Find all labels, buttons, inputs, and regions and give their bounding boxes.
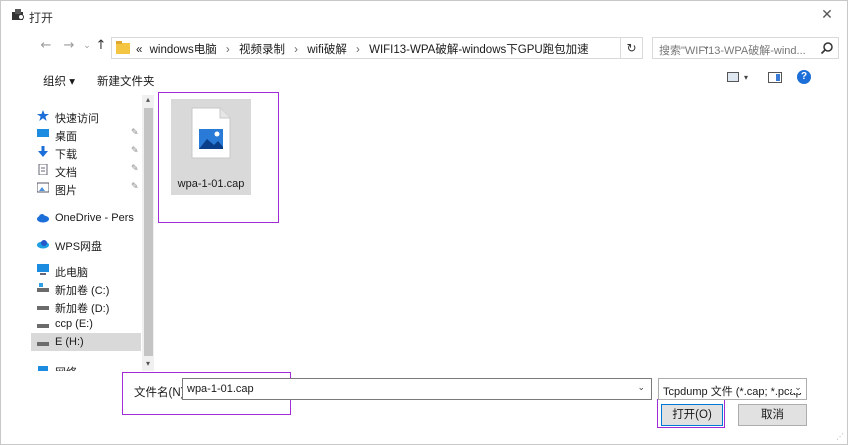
breadcrumb-item[interactable]: 视频录制: [239, 44, 285, 56]
close-icon[interactable]: ✕: [817, 5, 837, 25]
title-bar: 打开 ✕: [1, 1, 847, 29]
breadcrumb-separator[interactable]: ›: [294, 44, 298, 56]
picture-icon: [37, 182, 49, 193]
file-list-area: wpa-1-01.cap: [159, 95, 847, 371]
open-button[interactable]: 打开(O): [661, 404, 723, 426]
view-mode-icon[interactable]: [727, 72, 739, 82]
breadcrumb-separator[interactable]: ›: [226, 44, 230, 56]
filetype-select[interactable]: Tcpdump 文件 (*.cap; *.pcap ⌄: [658, 378, 807, 400]
filetype-dropdown-icon[interactable]: ⌄: [792, 383, 804, 393]
pin-icon[interactable]: ✎: [131, 164, 139, 174]
sidebar-item-label: 网络: [55, 364, 77, 371]
breadcrumb-item[interactable]: wifi破解: [307, 44, 347, 56]
sidebar-item-label: 快速访问: [55, 113, 99, 125]
sidebar-item-label: 图片: [55, 185, 77, 197]
sidebar-item-label: 新加卷 (D:): [55, 303, 110, 315]
sidebar-item-label: 此电脑: [55, 267, 88, 279]
desktop-icon: [37, 129, 49, 137]
breadcrumb-separator[interactable]: ›: [356, 44, 360, 56]
sidebar-item-label: WPS网盘: [55, 241, 103, 253]
help-icon[interactable]: ?: [797, 70, 811, 84]
filename-label: 文件名(N):: [134, 387, 188, 399]
open-file-dialog: 打开 ✕ ← → ⌄ ↑ « windows电脑 › 视频录制 › wifi破解…: [0, 0, 848, 445]
scroll-down-icon[interactable]: ▾: [142, 359, 154, 371]
resize-grip-icon[interactable]: ⋰: [836, 432, 844, 441]
sidebar-item-drive-d[interactable]: 新加卷 (D:): [31, 297, 141, 315]
sidebar-item-wps-cloud[interactable]: WPS网盘: [31, 235, 141, 253]
search-input[interactable]: 搜索"WIFI13-WPA破解-wind...: [652, 37, 839, 59]
sidebar-item-this-pc[interactable]: 此电脑: [31, 261, 141, 279]
sidebar-item-documents[interactable]: 文档 ✎: [31, 161, 141, 179]
filename-dropdown-icon[interactable]: ⌄: [637, 383, 645, 393]
sidebar-item-quick-access[interactable]: 快速访问: [31, 107, 141, 125]
breadcrumb: « windows电脑 › 视频录制 › wifi破解 › WIFI13-WPA…: [136, 41, 589, 57]
back-arrow-icon[interactable]: ←: [38, 38, 54, 54]
search-placeholder: 搜索"WIFI13-WPA破解-wind...: [659, 45, 806, 57]
navigation-scrollbar[interactable]: ▴ ▾: [142, 95, 154, 371]
preview-pane-icon[interactable]: [768, 72, 782, 83]
breadcrumb-item[interactable]: WIFI13-WPA破解-windows下GPU跑包加速: [369, 44, 589, 56]
filename-field[interactable]: wpa-1-01.cap ⌄: [182, 378, 652, 400]
drive-icon: [37, 324, 49, 328]
forward-arrow-icon[interactable]: →: [61, 38, 77, 54]
cancel-button[interactable]: 取消: [738, 404, 807, 426]
sidebar-item-label: 文档: [55, 167, 77, 179]
file-item[interactable]: wpa-1-01.cap: [171, 99, 251, 195]
onedrive-icon: [37, 214, 49, 223]
sidebar-item-label: 桌面: [55, 131, 77, 143]
filename-value[interactable]: wpa-1-01.cap: [187, 383, 254, 395]
drive-icon: [37, 342, 49, 346]
sidebar-item-label: 新加卷 (C:): [55, 285, 110, 297]
sidebar-item-pictures[interactable]: 图片 ✎: [31, 179, 141, 197]
search-icon[interactable]: [820, 41, 834, 55]
sidebar-item-downloads[interactable]: 下载 ✎: [31, 143, 141, 161]
sidebar-item-desktop[interactable]: 桌面 ✎: [31, 125, 141, 143]
image-file-icon: [191, 107, 231, 159]
window-title: 打开: [29, 11, 54, 25]
document-icon: [38, 164, 48, 175]
sidebar-item-label: E (H:): [55, 336, 84, 348]
wps-cloud-icon: [37, 240, 49, 249]
address-bar[interactable]: « windows电脑 › 视频录制 › wifi破解 › WIFI13-WPA…: [111, 37, 710, 59]
drive-icon: [37, 306, 49, 310]
sidebar-item-network[interactable]: 网络: [31, 361, 141, 371]
computer-icon: [37, 264, 49, 275]
sidebar-item-label: OneDrive - Pers: [55, 212, 134, 224]
breadcrumb-overflow[interactable]: «: [136, 44, 142, 56]
pin-icon[interactable]: ✎: [131, 146, 139, 156]
sidebar-item-label: 下载: [55, 149, 77, 161]
pin-icon[interactable]: ✎: [131, 128, 139, 138]
download-icon: [38, 146, 48, 157]
navigation-pane: 快速访问 桌面 ✎ 下载 ✎ 文档 ✎ 图片 ✎ OneDrive - Pers: [31, 95, 155, 371]
new-folder-button[interactable]: 新建文件夹: [97, 73, 155, 89]
sidebar-item-label: ccp (E:): [55, 318, 93, 330]
command-toolbar: 组织 ▾ 新建文件夹 ▾ ?: [1, 67, 847, 93]
refresh-icon[interactable]: ↻: [621, 37, 643, 59]
view-dropdown-icon[interactable]: ▾: [744, 73, 748, 82]
scroll-thumb[interactable]: [144, 108, 153, 356]
filetype-value: Tcpdump 文件 (*.cap; *.pcap: [663, 386, 802, 398]
file-name-label: wpa-1-01.cap: [177, 178, 245, 190]
sidebar-item-drive-e[interactable]: ccp (E:): [31, 315, 141, 333]
pin-icon[interactable]: ✎: [131, 182, 139, 192]
sidebar-item-drive-h[interactable]: E (H:): [31, 333, 141, 351]
up-arrow-icon[interactable]: ↑: [93, 38, 109, 54]
breadcrumb-item[interactable]: windows电脑: [150, 44, 217, 56]
star-icon: [37, 110, 49, 121]
folder-icon: [116, 41, 130, 54]
sidebar-item-drive-c[interactable]: 新加卷 (C:): [31, 279, 141, 297]
drive-icon: [37, 283, 49, 292]
network-icon: [38, 366, 48, 371]
sidebar-item-onedrive[interactable]: OneDrive - Pers: [31, 209, 141, 227]
organize-menu-button[interactable]: 组织 ▾: [43, 73, 75, 89]
open-dialog-icon: [12, 9, 24, 20]
scroll-up-icon[interactable]: ▴: [142, 95, 154, 107]
